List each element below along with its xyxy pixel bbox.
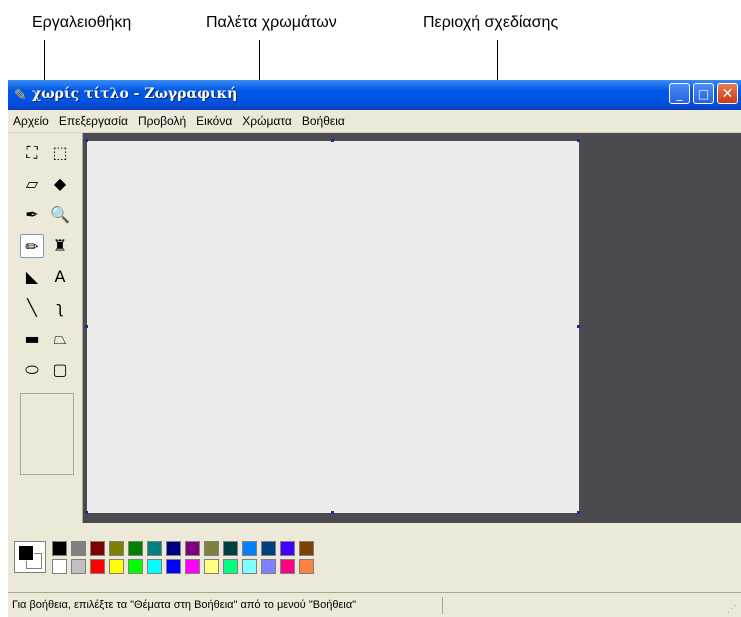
- current-colors-indicator: [14, 541, 46, 573]
- annotation-palette: Παλέτα χρωμάτων: [206, 14, 337, 31]
- maximize-button[interactable]: □: [693, 83, 714, 104]
- color-swatch[interactable]: [71, 559, 86, 574]
- resize-handle: [85, 511, 88, 514]
- ellipse-icon[interactable]: ⬭: [20, 358, 44, 382]
- color-swatch[interactable]: [261, 559, 276, 574]
- annotation-drawing-area: Περιοχή σχεδίασης: [423, 14, 559, 31]
- color-swatch[interactable]: [147, 559, 162, 574]
- free-select-icon[interactable]: ⛶: [20, 141, 44, 165]
- menu-colors[interactable]: Χρώματα: [237, 110, 297, 132]
- color-swatch[interactable]: [128, 541, 143, 556]
- color-swatch[interactable]: [52, 541, 67, 556]
- text-icon[interactable]: A: [48, 265, 72, 289]
- annotation-toolbox: Εργαλειοθήκη: [32, 14, 132, 31]
- color-swatch[interactable]: [280, 559, 295, 574]
- tool-options-box[interactable]: [20, 393, 74, 475]
- rounded-rect-icon[interactable]: ▢: [48, 358, 72, 382]
- color-swatch[interactable]: [109, 559, 124, 574]
- color-swatch[interactable]: [204, 559, 219, 574]
- color-swatch[interactable]: [166, 559, 181, 574]
- window-title: χωρίς τίτλο - Ζωγραφική: [32, 86, 238, 102]
- resize-handle[interactable]: [577, 325, 580, 328]
- close-button[interactable]: ✕: [717, 83, 738, 104]
- resize-handle: [85, 325, 88, 328]
- line-icon[interactable]: ╲: [20, 296, 44, 320]
- color-swatch[interactable]: [71, 541, 86, 556]
- menu-edit[interactable]: Επεξεργασία: [54, 110, 133, 132]
- menu-image[interactable]: Εικόνα: [191, 110, 237, 132]
- drawing-canvas[interactable]: [85, 139, 580, 514]
- color-picker-icon[interactable]: ✒: [20, 203, 44, 227]
- paint-window: ✎ χωρίς τίτλο - Ζωγραφική _ □ ✕ Αρχείο Επ…: [8, 80, 741, 617]
- color-swatch[interactable]: [52, 559, 67, 574]
- toolbox: ⛶ ⬚ ▱ ◆ ✒ 🔍 ✏ ♜ ◣ A ╲ ʅ ▬ ⏢ ⬭ ▢: [8, 133, 83, 523]
- fill-bucket-icon[interactable]: ◆: [48, 172, 72, 196]
- brush-icon[interactable]: ♜: [48, 234, 72, 258]
- color-swatch[interactable]: [223, 541, 238, 556]
- color-swatch[interactable]: [128, 559, 143, 574]
- resize-handle[interactable]: [331, 511, 334, 514]
- resize-handle: [331, 139, 334, 142]
- resize-grip-icon[interactable]: ⋰: [727, 604, 737, 615]
- pencil-icon[interactable]: ✏: [20, 234, 44, 258]
- airbrush-icon[interactable]: ◣: [20, 265, 44, 289]
- eraser-icon[interactable]: ▱: [20, 172, 44, 196]
- color-swatch[interactable]: [261, 541, 276, 556]
- status-help-text: Για βοήθεια, επιλέξτε τα "Θέματα στη Βοή…: [12, 597, 443, 614]
- color-swatch[interactable]: [90, 541, 105, 556]
- color-swatch[interactable]: [204, 541, 219, 556]
- color-swatch[interactable]: [90, 559, 105, 574]
- rect-select-icon[interactable]: ⬚: [48, 141, 72, 165]
- color-swatch[interactable]: [223, 559, 238, 574]
- color-swatch[interactable]: [299, 541, 314, 556]
- foreground-color-swatch: [18, 545, 34, 561]
- status-bar: Για βοήθεια, επιλέξτε τα "Θέματα στη Βοή…: [8, 592, 741, 617]
- menu-file[interactable]: Αρχείο: [8, 110, 54, 132]
- color-swatch[interactable]: [109, 541, 124, 556]
- workspace: [83, 133, 741, 523]
- color-palette: [8, 523, 741, 583]
- color-swatch[interactable]: [242, 559, 257, 574]
- rectangle-icon[interactable]: ▬: [20, 327, 44, 351]
- resize-handle: [85, 139, 88, 142]
- title-bar[interactable]: ✎ χωρίς τίτλο - Ζωγραφική _ □ ✕: [8, 80, 741, 110]
- resize-handle: [577, 139, 580, 142]
- color-swatch[interactable]: [185, 541, 200, 556]
- resize-handle[interactable]: [577, 511, 580, 514]
- color-swatch[interactable]: [166, 541, 181, 556]
- curve-icon[interactable]: ʅ: [48, 296, 72, 320]
- menu-help[interactable]: Βοήθεια: [297, 110, 350, 132]
- color-swatch[interactable]: [280, 541, 295, 556]
- paint-app-icon[interactable]: ✎: [14, 86, 27, 104]
- magnifier-icon[interactable]: 🔍: [48, 203, 72, 227]
- menu-view[interactable]: Προβολή: [133, 110, 191, 132]
- color-swatch[interactable]: [185, 559, 200, 574]
- color-swatch[interactable]: [242, 541, 257, 556]
- color-swatch[interactable]: [147, 541, 162, 556]
- polygon-icon[interactable]: ⏢: [48, 327, 72, 351]
- minimize-button[interactable]: _: [669, 83, 690, 104]
- menu-bar: Αρχείο Επεξεργασία Προβολή Εικόνα Χρώματα Βοή…: [8, 110, 741, 133]
- color-swatch[interactable]: [299, 559, 314, 574]
